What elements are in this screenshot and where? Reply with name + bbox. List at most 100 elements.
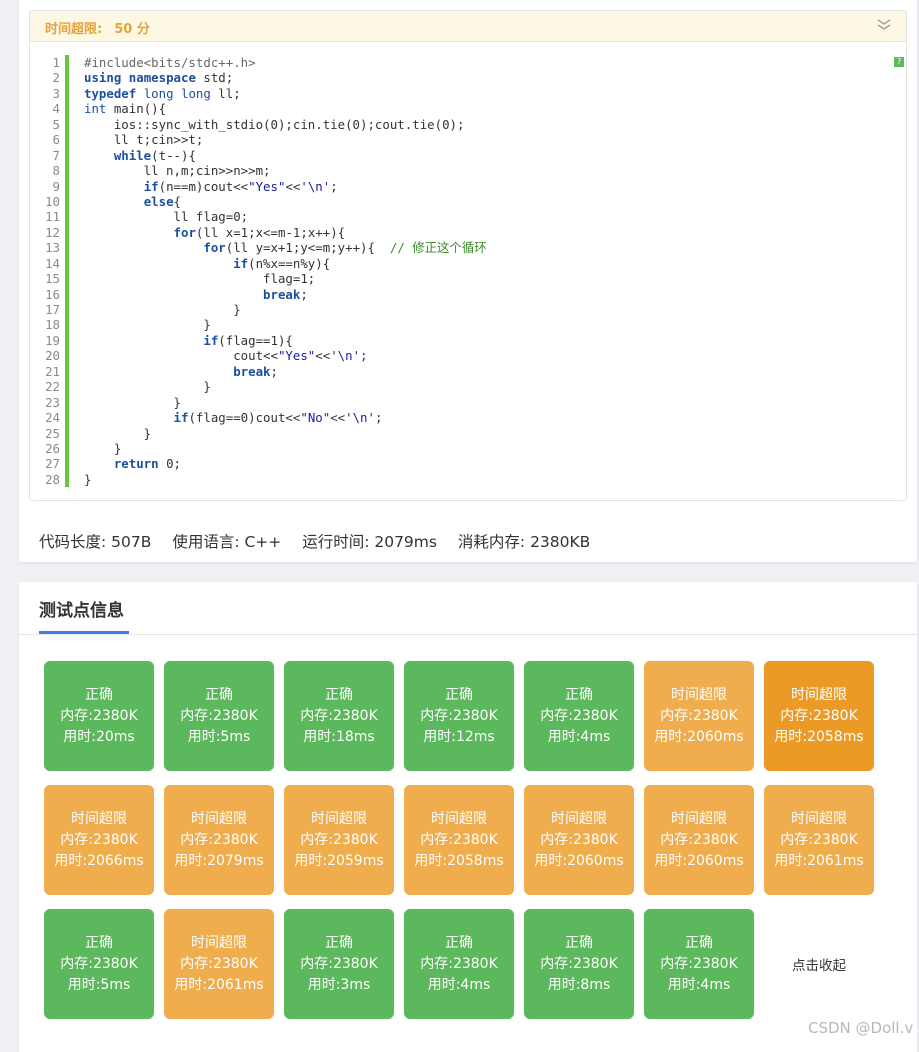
- language: 使用语言: C++: [172, 533, 282, 551]
- time-limit-status: 时间超限: 50 分: [45, 18, 150, 37]
- code-line: }: [84, 425, 152, 441]
- code-line: flag=1;: [84, 271, 316, 287]
- testcase-box[interactable]: 正确 内存:2380K 用时:8ms: [524, 909, 634, 1019]
- testcase-box[interactable]: 正确 内存:2380K 用时:3ms: [284, 909, 394, 1019]
- testcase-memory: 内存:2380K: [660, 707, 738, 724]
- testcase-memory: 内存:2380K: [660, 955, 738, 972]
- code-length: 代码长度: 507B: [39, 533, 152, 551]
- testcase-memory: 内存:2380K: [60, 707, 138, 724]
- line-number: 23: [45, 394, 60, 410]
- testcase-memory: 内存:2380K: [420, 831, 498, 848]
- memory-usage: 消耗内存: 2380KB: [457, 533, 591, 551]
- testcase-memory: 内存:2380K: [60, 831, 138, 848]
- testcase-status: 时间超限: [431, 810, 487, 827]
- testcase-status: 正确: [325, 934, 353, 951]
- testcase-card: 测试点信息 正确 内存:2380K 用时:20ms 正确 内存:2380K 用时:5ms 正…: [19, 582, 917, 1052]
- testcase-status: 正确: [85, 686, 113, 703]
- code-line: }: [84, 440, 122, 456]
- code-line: if(n==m)cout<<"Yes"<<'\n';: [143, 178, 338, 194]
- testcase-box[interactable]: 正确内存:2380K 用时:12ms: [404, 661, 514, 771]
- testcase-time: 用时:2058ms: [774, 728, 864, 745]
- code-line: ll n,m;cin>>n>>m;: [84, 163, 271, 179]
- code-header: 时间超限: 50 分: [30, 11, 906, 42]
- testcase-time: 用时:4ms: [547, 728, 611, 745]
- testcase-memory: 内存:2380K: [180, 955, 258, 972]
- testcase-box[interactable]: 正确 内存:2380K 用时:4ms: [404, 909, 514, 1019]
- testcase-box[interactable]: 时间超限 内存:2380K 用时:2079ms: [164, 785, 274, 895]
- testcase-time: 用时:8ms: [547, 976, 611, 993]
- line-number: 25: [45, 425, 60, 441]
- testcase-status: 时间超限: [311, 810, 367, 827]
- testcase-time: 用时:20ms: [63, 728, 135, 745]
- watermark: CSDN @Doll.v: [808, 1019, 914, 1037]
- testcase-status: 时间超限: [671, 810, 727, 827]
- code-line: else{: [143, 193, 181, 209]
- testcase-time: 用时:12ms: [423, 728, 495, 745]
- collapse-testcases-link[interactable]: 点击收起: [764, 909, 874, 1019]
- testcase-time: 用时:2061ms: [774, 852, 864, 869]
- code-line: using namespace std;: [84, 70, 234, 86]
- line-number: 3: [52, 85, 60, 101]
- testcase-memory: 内存:2380K: [420, 707, 498, 724]
- line-number: 5: [52, 116, 60, 132]
- testcase-status: 时间超限: [551, 810, 607, 827]
- submission-card: 时间超限: 50 分 ? 1 2 3 4 5 6 7 8 9 10 11 12 13 14 15 16 17 18 1…: [19, 0, 917, 562]
- testcase-status: 正确: [445, 934, 473, 951]
- code-line: return 0;: [113, 456, 181, 472]
- testcase-box[interactable]: 时间超限 内存:2380K 用时:2066ms: [44, 785, 154, 895]
- line-number: 13: [45, 240, 60, 256]
- line-number: 11: [45, 209, 60, 225]
- testcase-box[interactable]: 时间超限 内存:2380K 用时:2060ms: [524, 785, 634, 895]
- line-number: 10: [45, 193, 60, 209]
- line-number: 2: [52, 70, 60, 86]
- testcase-box[interactable]: 时间超限 内存:2380K 用时:2060ms: [644, 661, 754, 771]
- code-line: cout<<"Yes"<<'\n';: [84, 348, 368, 364]
- code-line: if(n%x==n%y){: [233, 255, 331, 271]
- time-limit-label: 时间超限:: [45, 22, 103, 37]
- testcase-box[interactable]: 时间超限 内存:2380K 用时:2061ms: [164, 909, 274, 1019]
- code-line: #include<bits/stdc++.h>: [84, 55, 256, 70]
- testcase-box[interactable]: 时间超限 内存:2380K 用时:2060ms: [644, 785, 754, 895]
- code-line: typedef long long ll;: [84, 85, 241, 101]
- line-number: 28: [45, 471, 60, 487]
- testcase-memory: 内存:2380K: [180, 707, 258, 724]
- testcase-memory: 内存:2380K: [300, 707, 378, 724]
- testcase-box[interactable]: 正确 内存:2380K 用时:4ms: [524, 661, 634, 771]
- line-number: 16: [45, 286, 60, 302]
- testcase-box[interactable]: 正确内存:2380K 用时:20ms: [44, 661, 154, 771]
- testcase-box[interactable]: 正确 内存:2380K 用时:5ms: [164, 661, 274, 771]
- testcase-status: 时间超限: [791, 686, 847, 703]
- testcase-status: 正确: [325, 686, 353, 703]
- chevron-double-down-icon[interactable]: [876, 17, 892, 31]
- line-number: 24: [45, 410, 60, 426]
- testcase-time: 用时:2058ms: [414, 852, 504, 869]
- code-line: }: [84, 317, 211, 333]
- line-number: 4: [52, 101, 60, 117]
- code-line: if(flag==1){: [203, 332, 293, 348]
- line-number: 20: [45, 348, 60, 364]
- testcase-status: 正确: [445, 686, 473, 703]
- testcase-time: 用时:18ms: [303, 728, 375, 745]
- testcase-time: 用时:4ms: [427, 976, 491, 993]
- code-line: }: [84, 302, 241, 317]
- testcase-box[interactable]: 时间超限 内存:2380K 用时:2061ms: [764, 785, 874, 895]
- line-number: 7: [52, 147, 60, 163]
- time-limit-score: 50 分: [114, 22, 150, 37]
- testcase-box[interactable]: 正确 内存:2380K 用时:5ms: [44, 909, 154, 1019]
- testcase-status: 正确: [685, 934, 713, 951]
- testcase-box[interactable]: 时间超限 内存:2380K 用时:2059ms: [284, 785, 394, 895]
- testcase-memory: 内存:2380K: [780, 707, 858, 724]
- testcase-box[interactable]: 时间超限内存:2380K 用时:2058ms: [404, 785, 514, 895]
- testcase-box[interactable]: 时间超限内存:2380K 用时:2058ms: [764, 661, 874, 771]
- code-line: }: [84, 379, 211, 395]
- testcase-box[interactable]: 正确内存:2380K 用时:18ms: [284, 661, 394, 771]
- testcase-time: 用时:2060ms: [654, 852, 744, 869]
- source-code: #include<bits/stdc++.h> using namespace s…: [84, 55, 487, 487]
- testcase-memory: 内存:2380K: [540, 831, 618, 848]
- testcase-time: 用时:2066ms: [54, 852, 144, 869]
- testcase-box[interactable]: 正确 内存:2380K 用时:4ms: [644, 909, 754, 1019]
- question-icon[interactable]: ?: [894, 57, 904, 67]
- testcase-memory: 内存:2380K: [180, 831, 258, 848]
- section-divider: [19, 634, 917, 635]
- line-number: 9: [52, 178, 60, 194]
